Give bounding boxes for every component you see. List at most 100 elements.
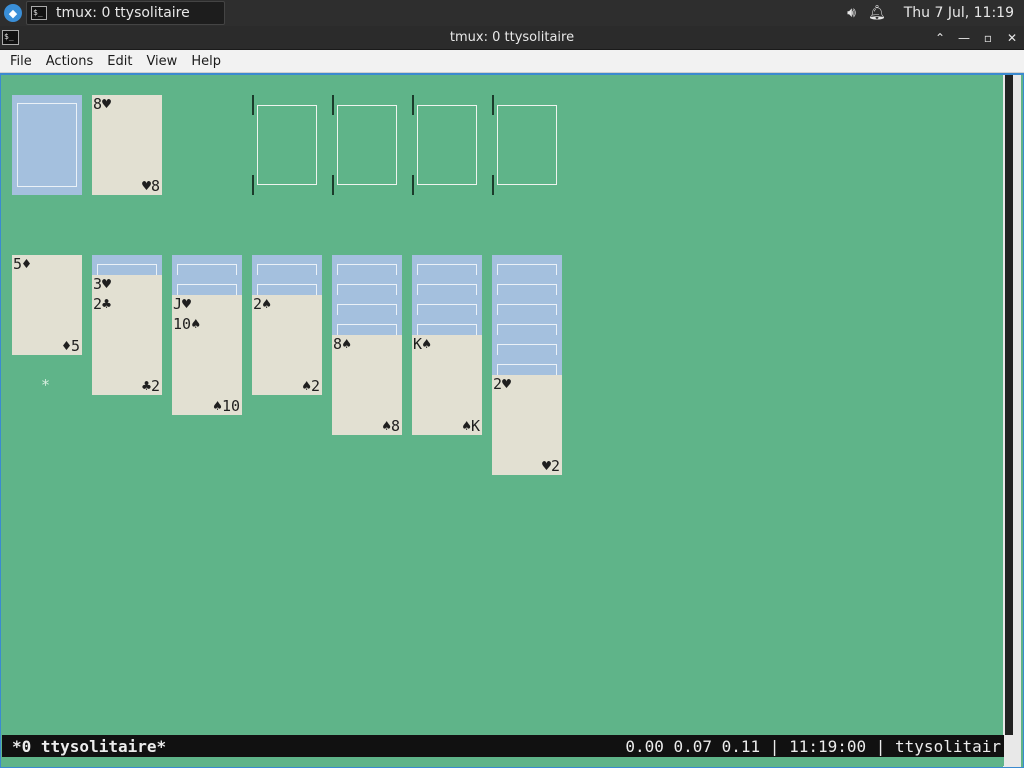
face-down-card[interactable] (332, 275, 402, 295)
card-suit: ♥ (102, 95, 112, 113)
card-suit: ♠ (461, 417, 471, 435)
volume-icon[interactable]: 🔊︎ (847, 5, 856, 21)
menu-view[interactable]: View (139, 54, 184, 69)
foundation-slot-2[interactable] (332, 95, 402, 195)
card-suit: ♦ (61, 337, 71, 355)
tableau-card[interactable]: 5♦ ♦5 (12, 255, 82, 355)
card-suit: ♣ (141, 377, 151, 395)
top-panel: ◆ $_ tmux: 0 ttysolitaire 🔊︎ 🔔︎ Thu 7 Ju… (0, 0, 1024, 26)
menu-actions[interactable]: Actions (39, 54, 101, 69)
taskbar-item-label: tmux: 0 ttysolitaire (56, 5, 190, 21)
card-rank: 10 (221, 397, 240, 415)
restore-icon[interactable]: ▫ (976, 26, 1000, 50)
card-rank: 8 (93, 95, 103, 113)
card-rank: 8 (333, 335, 343, 353)
system-tray: 🔊︎ 🔔︎ Thu 7 Jul, 11:19 (847, 0, 1014, 26)
card-rank: 8 (390, 417, 400, 435)
card-suit: ♦ (22, 255, 32, 273)
window-titlebar[interactable]: $_ tmux: 0 ttysolitaire ⌃ — ▫ ✕ (0, 26, 1024, 50)
card-suit: ♠ (191, 315, 201, 333)
face-down-card[interactable] (492, 295, 562, 315)
notification-bell-icon[interactable]: 🔔︎ (868, 5, 886, 21)
card-rank: 2 (150, 377, 160, 395)
menu-edit[interactable]: Edit (100, 54, 139, 69)
face-down-card[interactable] (332, 315, 402, 335)
card-rank-suit-bottom: ♥8 (142, 177, 160, 195)
card-suit: ♥ (182, 295, 192, 313)
card-rank: 2 (493, 375, 503, 393)
face-down-card[interactable] (492, 335, 562, 355)
card-rank: J (173, 295, 183, 313)
face-down-card[interactable] (92, 255, 162, 275)
face-down-card[interactable] (252, 275, 322, 295)
window-controls: ⌃ — ▫ ✕ (928, 26, 1024, 50)
card-suit: ♠ (301, 377, 311, 395)
card-rank: 5 (70, 337, 80, 355)
face-down-card[interactable] (492, 315, 562, 335)
card-suit: ♥ (541, 457, 551, 475)
close-icon[interactable]: ✕ (1000, 26, 1024, 50)
foundation-slot-4[interactable] (492, 95, 562, 195)
card-rank: 2 (310, 377, 320, 395)
terminal-icon: $_ (31, 6, 47, 20)
face-down-card[interactable] (492, 355, 562, 375)
card-suit: ♠ (422, 335, 432, 353)
card-rank: 2 (253, 295, 263, 313)
maximize-up-icon[interactable]: ⌃ (928, 26, 952, 50)
tableau-card[interactable]: 10♠ ♠10 (172, 315, 242, 415)
face-down-card[interactable] (412, 255, 482, 275)
face-down-card[interactable] (492, 255, 562, 275)
minimize-icon[interactable]: — (952, 26, 976, 50)
face-down-card[interactable] (172, 275, 242, 295)
stock-pile[interactable] (12, 95, 82, 195)
menu-file[interactable]: File (3, 54, 39, 69)
waste-card[interactable]: 8♥ ♥8 (92, 95, 162, 195)
card-suit: ♠ (212, 397, 222, 415)
card-rank: K (470, 417, 480, 435)
face-down-card[interactable] (412, 275, 482, 295)
foundation-slot-1[interactable] (252, 95, 322, 195)
card-rank: 10 (173, 315, 192, 333)
card-suit: ♥ (502, 375, 512, 393)
face-down-card[interactable] (492, 275, 562, 295)
face-down-card[interactable] (332, 295, 402, 315)
foundation-slot-3[interactable] (412, 95, 482, 195)
tableau-card[interactable]: K♠ ♠K (412, 335, 482, 435)
face-down-card[interactable] (412, 315, 482, 335)
taskbar-item-terminal[interactable]: $_ tmux: 0 ttysolitaire (26, 1, 225, 25)
card-rank: 5 (13, 255, 23, 273)
status-window-name: *0 ttysolitaire* (12, 736, 167, 756)
card-suit: ♥ (102, 275, 112, 293)
selection-cursor: * (41, 376, 51, 394)
face-down-card[interactable] (412, 295, 482, 315)
card-rank: K (413, 335, 423, 353)
app-menu-button[interactable]: ◆ (4, 4, 22, 22)
card-suit: ♣ (102, 295, 112, 313)
tableau-card[interactable]: 2♣ ♣2 (92, 295, 162, 395)
face-down-card[interactable] (252, 255, 322, 275)
card-rank-suit-top: 8♥ (93, 95, 111, 113)
menu-help[interactable]: Help (184, 54, 228, 69)
face-down-card[interactable] (332, 255, 402, 275)
card-suit: ♠ (381, 417, 391, 435)
scrollbar-thumb[interactable] (1005, 75, 1013, 735)
clock[interactable]: Thu 7 Jul, 11:19 (904, 5, 1014, 21)
face-down-card[interactable] (172, 255, 242, 275)
card-rank: 3 (93, 275, 103, 293)
tmux-status-bar: *0 ttysolitaire* 0.00 0.07 0.11 | 11:19:… (2, 735, 1004, 757)
terminal-bottom (2, 757, 1004, 766)
card-rank: 2 (550, 457, 560, 475)
card-suit: ♥ (141, 177, 151, 195)
card-rank: 8 (150, 177, 160, 195)
tableau-card[interactable]: 8♠ ♠8 (332, 335, 402, 435)
tableau-card[interactable]: 2♥ ♥2 (492, 375, 562, 475)
card-suit: ♠ (262, 295, 272, 313)
tableau-card[interactable]: 2♠ ♠2 (252, 295, 322, 395)
window-title: tmux: 0 ttysolitaire (449, 30, 575, 45)
status-info: 0.00 0.07 0.11 | 11:19:00 | ttysolitair (625, 736, 1001, 756)
scrollbar[interactable] (1003, 75, 1021, 767)
logo-icon: ◆ (8, 6, 18, 20)
card-suit: ♠ (342, 335, 352, 353)
card-rank: 2 (93, 295, 103, 313)
menu-bar: File Actions Edit View Help (0, 50, 1024, 73)
